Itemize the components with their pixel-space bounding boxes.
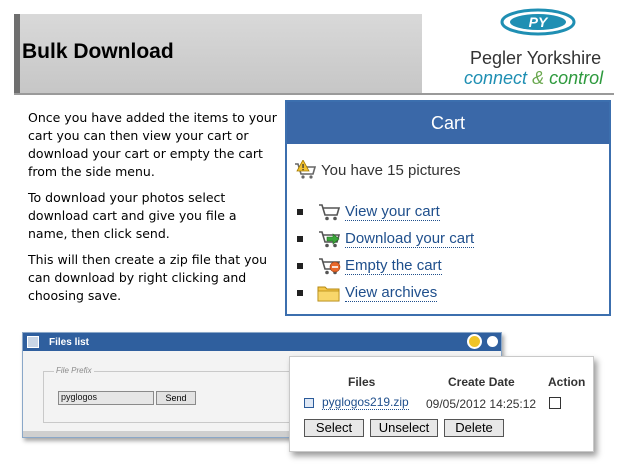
view-archives-link[interactable]: View archives bbox=[345, 284, 438, 302]
cart-menu-item-view[interactable]: View your cart bbox=[297, 198, 474, 225]
column-header-action: Action bbox=[548, 375, 586, 389]
download-cart-link[interactable]: Download your cart bbox=[345, 230, 475, 248]
logo-badge-text: PY bbox=[529, 14, 549, 30]
logo-company-name: Pegler Yorkshire bbox=[470, 48, 602, 68]
cart-menu-item-empty[interactable]: Empty the cart bbox=[297, 252, 474, 279]
cart-empty-icon bbox=[319, 257, 341, 274]
header-divider bbox=[14, 93, 614, 95]
file-create-date: 09/05/2012 14:25:12 bbox=[426, 397, 537, 411]
files-list-titlebar: Files list bbox=[23, 333, 501, 351]
logo-tagline-connect: connect bbox=[464, 68, 528, 88]
delete-button[interactable]: Delete bbox=[444, 419, 504, 437]
files-table: Files Create Date Action pyglogos219.zip… bbox=[289, 356, 594, 452]
file-select-checkbox[interactable] bbox=[549, 397, 561, 409]
close-icon[interactable] bbox=[485, 334, 500, 349]
cart-panel: Cart You have 15 pictures View your cart bbox=[285, 100, 611, 316]
window-icon bbox=[27, 336, 39, 348]
bullet-icon bbox=[297, 262, 303, 269]
instructions-text: Once you have added the items to your ca… bbox=[28, 109, 278, 313]
bullet-icon bbox=[297, 235, 303, 242]
bullet-icon bbox=[297, 208, 303, 215]
instruction-paragraph: Once you have added the items to your ca… bbox=[28, 110, 277, 179]
column-header-files: Files bbox=[348, 375, 376, 389]
empty-cart-link[interactable]: Empty the cart bbox=[345, 257, 442, 275]
files-list-title: Files list bbox=[49, 336, 90, 348]
logo-tagline-amp: & bbox=[532, 68, 545, 88]
file-prefix-input[interactable]: pyglogos bbox=[58, 391, 154, 405]
logo-tagline-control: control bbox=[549, 68, 604, 88]
zip-file-icon bbox=[304, 397, 314, 408]
cart-summary-text: You have 15 pictures bbox=[321, 161, 461, 179]
minimize-icon[interactable] bbox=[467, 334, 482, 349]
folder-icon bbox=[317, 286, 340, 301]
cart-menu-item-archives[interactable]: View archives bbox=[297, 279, 474, 306]
file-prefix-legend: File Prefix bbox=[54, 366, 94, 375]
send-button[interactable]: Send bbox=[156, 391, 196, 405]
page-title: Bulk Download bbox=[22, 40, 174, 63]
logo-tagline: connect & control bbox=[464, 68, 603, 89]
select-button[interactable]: Select bbox=[304, 419, 364, 437]
instruction-paragraph: To download your photos select download … bbox=[28, 190, 237, 241]
cart-panel-title: Cart bbox=[287, 102, 609, 144]
cart-warning-icon bbox=[295, 160, 317, 179]
cart-view-icon bbox=[319, 203, 341, 220]
file-link[interactable]: pyglogos219.zip bbox=[322, 395, 409, 410]
view-cart-link[interactable]: View your cart bbox=[345, 203, 440, 221]
company-logo: PY Pegler Yorkshire connect & control bbox=[440, 8, 620, 92]
bullet-icon bbox=[297, 289, 303, 296]
cart-menu: View your cart Download your cart Empty … bbox=[297, 198, 475, 306]
cart-download-icon bbox=[319, 230, 341, 247]
unselect-button[interactable]: Unselect bbox=[370, 419, 438, 437]
instruction-paragraph: This will then create a zip file that yo… bbox=[28, 252, 268, 303]
cart-summary: You have 15 pictures bbox=[293, 160, 461, 180]
table-row: pyglogos219.zip bbox=[304, 395, 409, 410]
column-header-create-date: Create Date bbox=[448, 375, 515, 389]
py-logo-icon: PY bbox=[500, 8, 576, 36]
cart-menu-item-download[interactable]: Download your cart bbox=[297, 225, 475, 252]
